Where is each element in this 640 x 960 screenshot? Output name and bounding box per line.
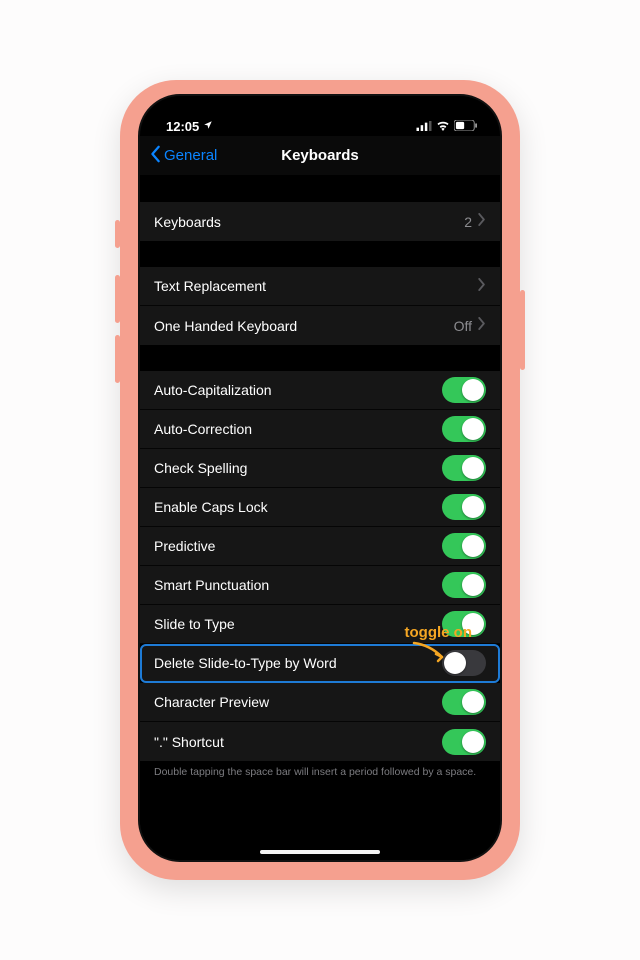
- group-typing-toggles: Auto-Capitalization Auto-Correction Check …: [140, 371, 500, 761]
- power-button: [520, 290, 525, 370]
- row-accessory: [442, 455, 486, 481]
- row-accessory: [478, 278, 486, 295]
- toggle-auto-capitalization[interactable]: [442, 377, 486, 403]
- row-value: 2: [464, 214, 472, 230]
- row-label: Auto-Correction: [154, 421, 252, 437]
- row-accessory: Off: [454, 317, 486, 334]
- row-keyboards[interactable]: Keyboards 2: [140, 202, 500, 241]
- location-icon: [203, 120, 213, 133]
- row-one-handed-keyboard[interactable]: One Handed Keyboard Off: [140, 306, 500, 345]
- row-character-preview[interactable]: Character Preview: [140, 683, 500, 722]
- row-label: Enable Caps Lock: [154, 499, 268, 515]
- row-label: Delete Slide-to-Type by Word: [154, 655, 337, 671]
- toggle-knob: [462, 691, 484, 713]
- toggle-knob: [462, 418, 484, 440]
- chevron-left-icon: [150, 145, 162, 167]
- toggle-shortcut[interactable]: [442, 729, 486, 755]
- notch: [230, 96, 410, 122]
- row-accessory: [442, 572, 486, 598]
- row-delete-slide-to-type-by-word[interactable]: Delete Slide-to-Type by Wordtoggle on: [140, 644, 500, 683]
- row-enable-caps-lock[interactable]: Enable Caps Lock: [140, 488, 500, 527]
- toggle-delete-slide-to-type-by-word[interactable]: [442, 650, 486, 676]
- status-time: 12:05: [166, 119, 199, 134]
- group-keyboards: Keyboards 2: [140, 202, 500, 241]
- battery-icon: [454, 119, 478, 134]
- group-text-options: Text Replacement One Handed Keyboard Off: [140, 267, 500, 345]
- row-slide-to-type[interactable]: Slide to Type: [140, 605, 500, 644]
- toggle-smart-punctuation[interactable]: [442, 572, 486, 598]
- toggle-knob: [462, 535, 484, 557]
- chevron-right-icon: [478, 278, 486, 295]
- row-value: Off: [454, 318, 472, 334]
- row-label: Text Replacement: [154, 278, 266, 294]
- row-text-replacement[interactable]: Text Replacement: [140, 267, 500, 306]
- row-label: "." Shortcut: [154, 734, 224, 750]
- toggle-knob: [462, 379, 484, 401]
- row-auto-correction[interactable]: Auto-Correction: [140, 410, 500, 449]
- footer-note: Double tapping the space bar will insert…: [140, 761, 500, 780]
- row-smart-punctuation[interactable]: Smart Punctuation: [140, 566, 500, 605]
- home-indicator[interactable]: [260, 850, 380, 854]
- toggle-knob: [462, 574, 484, 596]
- toggle-enable-caps-lock[interactable]: [442, 494, 486, 520]
- row-shortcut[interactable]: "." Shortcut: [140, 722, 500, 761]
- toggle-knob: [462, 457, 484, 479]
- row-label: Character Preview: [154, 694, 269, 710]
- ringer-switch: [115, 220, 120, 248]
- row-accessory: [442, 377, 486, 403]
- toggle-knob: [462, 496, 484, 518]
- row-accessory: [442, 650, 486, 676]
- cellular-icon: [416, 119, 432, 134]
- phone-frame: 12:05: [120, 80, 520, 880]
- row-accessory: [442, 729, 486, 755]
- settings-content[interactable]: Keyboards 2 Text Replacement One Handed Ke…: [140, 176, 500, 860]
- toggle-predictive[interactable]: [442, 533, 486, 559]
- row-label: Keyboards: [154, 214, 221, 230]
- row-accessory: [442, 416, 486, 442]
- row-accessory: 2: [464, 213, 486, 230]
- wifi-icon: [436, 119, 450, 134]
- row-predictive[interactable]: Predictive: [140, 527, 500, 566]
- toggle-knob: [444, 652, 466, 674]
- volume-up-button: [115, 275, 120, 323]
- chevron-right-icon: [478, 213, 486, 230]
- row-accessory: [442, 533, 486, 559]
- row-check-spelling[interactable]: Check Spelling: [140, 449, 500, 488]
- row-label: Auto-Capitalization: [154, 382, 272, 398]
- row-accessory: [442, 689, 486, 715]
- screen: 12:05: [138, 94, 502, 862]
- row-label: Slide to Type: [154, 616, 235, 632]
- toggle-slide-to-type[interactable]: [442, 611, 486, 637]
- toggle-character-preview[interactable]: [442, 689, 486, 715]
- back-button[interactable]: General: [150, 145, 217, 167]
- toggle-check-spelling[interactable]: [442, 455, 486, 481]
- toggle-knob: [462, 731, 484, 753]
- row-label: Check Spelling: [154, 460, 247, 476]
- row-auto-capitalization[interactable]: Auto-Capitalization: [140, 371, 500, 410]
- row-label: Smart Punctuation: [154, 577, 269, 593]
- row-accessory: [442, 494, 486, 520]
- back-label: General: [164, 147, 217, 164]
- chevron-right-icon: [478, 317, 486, 334]
- nav-bar: General Keyboards: [140, 136, 500, 176]
- volume-down-button: [115, 335, 120, 383]
- row-label: One Handed Keyboard: [154, 318, 297, 334]
- row-accessory: [442, 611, 486, 637]
- toggle-auto-correction[interactable]: [442, 416, 486, 442]
- row-label: Predictive: [154, 538, 215, 554]
- toggle-knob: [462, 613, 484, 635]
